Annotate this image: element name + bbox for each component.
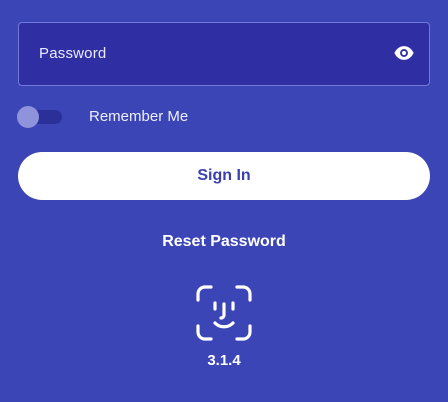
sign-in-label: Sign In — [197, 167, 251, 184]
reset-password-link[interactable]: Reset Password — [0, 233, 448, 251]
login-screen: Password Remember Me Sign In Reset Passw… — [0, 0, 448, 402]
password-field[interactable]: Password — [18, 22, 430, 86]
sign-in-button[interactable]: Sign In — [18, 152, 430, 200]
password-placeholder: Password — [39, 45, 107, 62]
remember-me-row: Remember Me — [17, 106, 237, 128]
face-id-icon[interactable] — [196, 285, 252, 341]
reset-password-label: Reset Password — [162, 233, 286, 250]
remember-me-label: Remember Me — [89, 108, 189, 125]
toggle-knob — [17, 106, 39, 128]
remember-me-toggle[interactable] — [17, 106, 65, 128]
eye-icon[interactable] — [393, 42, 415, 64]
version-label: 3.1.4 — [207, 352, 241, 369]
